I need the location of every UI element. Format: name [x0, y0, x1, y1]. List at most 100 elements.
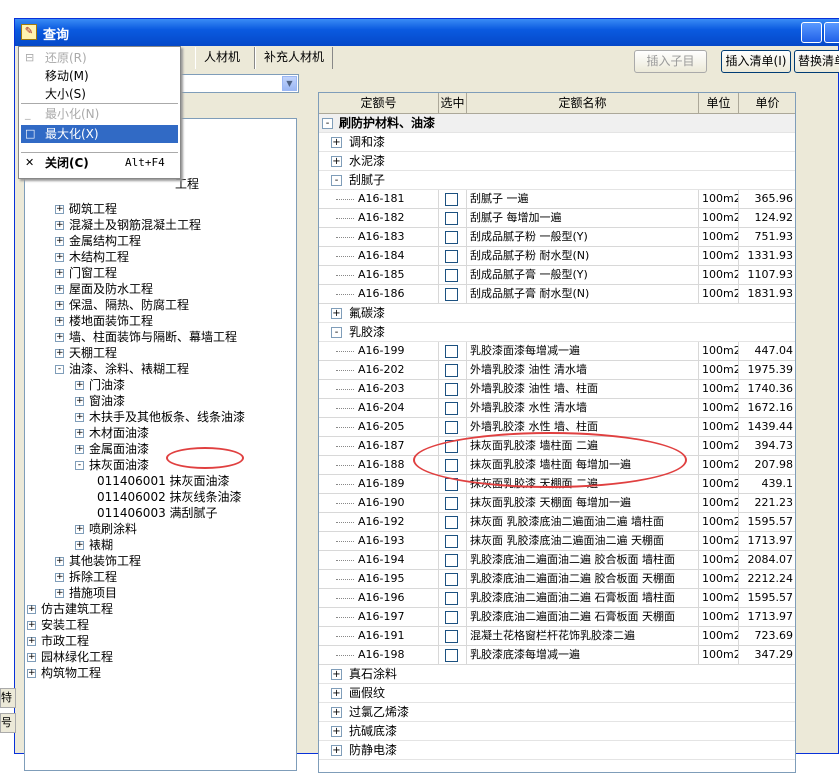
tree-node[interactable]: - 油漆、涂料、裱糊工程	[55, 361, 189, 377]
expand-icon[interactable]: +	[331, 707, 342, 718]
table-row[interactable]: A16-182 刮腻子 每增加一遍 100m2 124.92	[319, 209, 795, 228]
select-checkbox[interactable]	[445, 212, 458, 225]
expand-icon[interactable]: +	[27, 621, 36, 630]
tree-node[interactable]: + 园林绿化工程	[27, 649, 113, 665]
column-header[interactable]: 单位	[699, 93, 739, 114]
tree-node[interactable]: 011406002 抹灰线条油漆	[97, 489, 242, 505]
table-row[interactable]: A16-199 乳胶漆面漆每增减一遍 100m2 447.04	[319, 342, 795, 361]
table-row[interactable]: A16-197 乳胶漆底油二遍面油二遍 石膏板面 天棚面 100m2 1713.97	[319, 608, 795, 627]
insert-sub-button[interactable]: 插入子目	[634, 50, 707, 73]
expand-icon[interactable]: +	[331, 745, 342, 756]
table-row[interactable]: A16-192 抹灰面 乳胶漆底油二遍面油二遍 墙柱面 100m2 1595.57	[319, 513, 795, 532]
select-checkbox[interactable]	[445, 345, 458, 358]
tree-node[interactable]: + 天棚工程	[55, 345, 117, 361]
tree-node[interactable]: + 楼地面装饰工程	[55, 313, 153, 329]
select-checkbox[interactable]	[445, 269, 458, 282]
collapse-icon[interactable]: -	[331, 175, 342, 186]
group-row[interactable]: + 水泥漆	[319, 152, 795, 171]
expand-icon[interactable]: +	[331, 726, 342, 737]
select-checkbox[interactable]	[445, 611, 458, 624]
tree-node[interactable]: + 金属面油漆	[75, 441, 149, 457]
select-checkbox[interactable]	[445, 554, 458, 567]
tree-node[interactable]: + 金属结构工程	[55, 233, 141, 249]
menu-item[interactable]: _ 最小化(N)	[21, 105, 178, 123]
collapse-icon[interactable]: -	[75, 461, 84, 470]
tree-node[interactable]: 011406003 满刮腻子	[97, 505, 218, 521]
group-row[interactable]: - 乳胶漆	[319, 323, 795, 342]
tree-node[interactable]: + 裱糊	[75, 537, 113, 553]
expand-icon[interactable]: +	[27, 637, 36, 646]
expand-icon[interactable]: +	[331, 308, 342, 319]
expand-icon[interactable]: +	[27, 653, 36, 662]
tree-node[interactable]: + 混凝土及钢筋混凝土工程	[55, 217, 201, 233]
table-row[interactable]: A16-191 混凝土花格窗栏杆花饰乳胶漆二遍 100m2 723.69	[319, 627, 795, 646]
left-edge-tab-number[interactable]: 号	[0, 713, 16, 733]
group-row[interactable]: + 抗碱底漆	[319, 722, 795, 741]
table-row[interactable]: A16-202 外墙乳胶漆 油性 清水墙 100m2 1975.39	[319, 361, 795, 380]
group-row[interactable]: + 防静电漆	[319, 741, 795, 760]
tree-node[interactable]: + 保温、隔热、防腐工程	[55, 297, 189, 313]
table-row[interactable]: A16-194 乳胶漆底油二遍面油二遍 胶合板面 墙柱面 100m2 2084.07	[319, 551, 795, 570]
expand-icon[interactable]: +	[331, 156, 342, 167]
select-checkbox[interactable]	[445, 592, 458, 605]
table-row[interactable]: A16-203 外墙乳胶漆 油性 墙、柱面 100m2 1740.36	[319, 380, 795, 399]
tree-node[interactable]: + 木扶手及其他板条、线条油漆	[75, 409, 245, 425]
table-row[interactable]: A16-183 刮成品腻子粉 一般型(Y) 100m2 751.93	[319, 228, 795, 247]
select-checkbox[interactable]	[445, 250, 458, 263]
title-bar[interactable]: ✎ 查询	[15, 19, 839, 46]
table-row[interactable]: A16-184 刮成品腻子粉 耐水型(N) 100m2 1331.93	[319, 247, 795, 266]
minimize-icon[interactable]	[801, 22, 822, 43]
tree-node[interactable]: + 喷刷涂料	[75, 521, 137, 537]
table-row[interactable]: A16-195 乳胶漆底油二遍面油二遍 胶合板面 天棚面 100m2 2212.24	[319, 570, 795, 589]
expand-icon[interactable]: +	[75, 413, 84, 422]
expand-icon[interactable]: +	[55, 205, 64, 214]
group-row[interactable]: + 调和漆	[319, 133, 795, 152]
select-checkbox[interactable]	[445, 288, 458, 301]
select-checkbox[interactable]	[445, 497, 458, 510]
chapter-tree[interactable]: 工程 + 砌筑工程 + 混凝土及钢筋混凝土工程 + 金属结构工程 + 木结构工程 + 门窗工程 + 屋面…	[24, 118, 297, 771]
column-header[interactable]: 定额号	[319, 93, 439, 114]
tab-materials[interactable]: 人材机	[195, 47, 255, 69]
select-checkbox[interactable]	[445, 383, 458, 396]
maximize-icon[interactable]	[824, 22, 839, 43]
table-row[interactable]: A16-198 乳胶漆底漆每增减一遍 100m2 347.29	[319, 646, 795, 665]
tab-extra-materials[interactable]: 补充人材机	[255, 47, 333, 69]
table-row[interactable]: A16-193 抹灰面 乳胶漆底油二遍面油二遍 天棚面 100m2 1713.97	[319, 532, 795, 551]
select-checkbox[interactable]	[445, 649, 458, 662]
tree-node[interactable]: + 构筑物工程	[27, 665, 101, 681]
expand-icon[interactable]: +	[75, 541, 84, 550]
expand-icon[interactable]: +	[55, 269, 64, 278]
tree-node[interactable]: + 窗油漆	[75, 393, 125, 409]
expand-icon[interactable]: +	[75, 525, 84, 534]
group-row[interactable]: + 真石涂料	[319, 665, 795, 684]
expand-icon[interactable]: +	[75, 397, 84, 406]
column-header[interactable]: 单价	[739, 93, 795, 114]
left-edge-tab-feature[interactable]: 特征	[0, 688, 16, 708]
expand-icon[interactable]: +	[75, 381, 84, 390]
select-checkbox[interactable]	[445, 535, 458, 548]
table-row[interactable]: A16-196 乳胶漆底油二遍面油二遍 石膏板面 墙柱面 100m2 1595.57	[319, 589, 795, 608]
expand-icon[interactable]: +	[331, 669, 342, 680]
tree-node[interactable]: + 仿古建筑工程	[27, 601, 113, 617]
tree-node[interactable]: + 拆除工程	[55, 569, 117, 585]
group-row[interactable]: - 刮腻子	[319, 171, 795, 190]
table-row[interactable]: A16-204 外墙乳胶漆 水性 清水墙 100m2 1672.16	[319, 399, 795, 418]
select-checkbox[interactable]	[445, 364, 458, 377]
tree-node[interactable]: + 砌筑工程	[55, 201, 117, 217]
menu-item[interactable]: ⊟ 还原(R)	[21, 49, 178, 67]
tree-node[interactable]: + 安装工程	[27, 617, 89, 633]
tree-node[interactable]: + 木材面油漆	[75, 425, 149, 441]
select-checkbox[interactable]	[445, 402, 458, 415]
expand-icon[interactable]: +	[27, 605, 36, 614]
expand-icon[interactable]: +	[75, 429, 84, 438]
table-row[interactable]: A16-186 刮成品腻子膏 耐水型(N) 100m2 1831.93	[319, 285, 795, 304]
column-header[interactable]: 定额名称	[467, 93, 699, 114]
tree-node[interactable]: + 市政工程	[27, 633, 89, 649]
select-checkbox[interactable]	[445, 630, 458, 643]
column-header[interactable]: 选中	[439, 93, 467, 114]
table-row[interactable]: A16-185 刮成品腻子膏 一般型(Y) 100m2 1107.93	[319, 266, 795, 285]
select-checkbox[interactable]	[445, 573, 458, 586]
tree-node[interactable]: + 其他装饰工程	[55, 553, 141, 569]
tree-node[interactable]: + 木结构工程	[55, 249, 129, 265]
table-row[interactable]: A16-181 刮腻子 一遍 100m2 365.96	[319, 190, 795, 209]
